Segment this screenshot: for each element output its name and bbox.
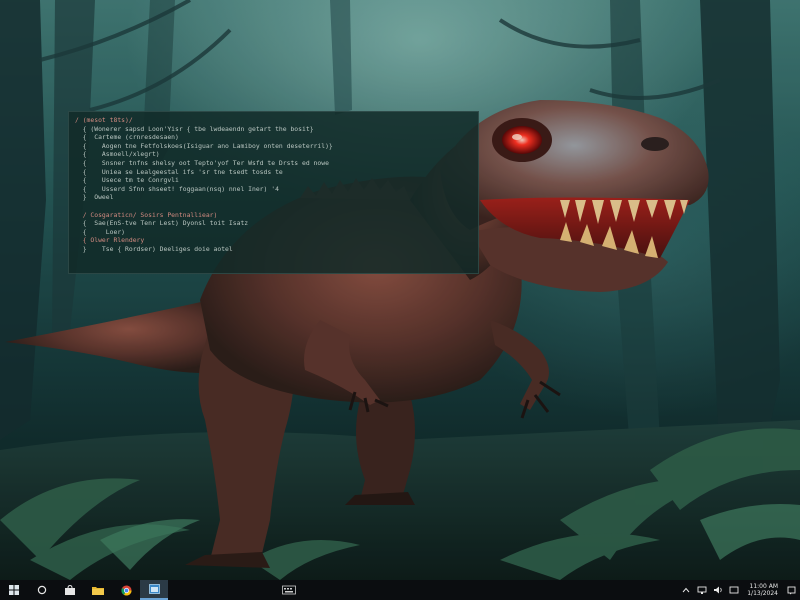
notification-icon[interactable] <box>786 585 796 595</box>
volume-icon[interactable] <box>713 585 723 595</box>
terminal-line: { Asmoell/xlegrt) <box>75 150 160 159</box>
app-window-icon <box>148 584 160 594</box>
keyboard-icon <box>282 585 296 595</box>
taskbar-pinned-app[interactable] <box>282 585 296 595</box>
folder-icon <box>92 587 104 595</box>
chrome-icon <box>120 584 132 596</box>
terminal-window[interactable]: / (mesot t8ts)/ { (Wonerer sapsd Loon'Yi… <box>68 111 479 274</box>
store-bag-icon <box>65 585 75 595</box>
terminal-line: { Loer) <box>75 227 126 236</box>
network-icon[interactable] <box>697 585 707 595</box>
terminal-line: { (Wonerer sapsd Loon'Yisr { tbe lwdeaen… <box>75 124 314 133</box>
search-button[interactable] <box>28 580 56 600</box>
terminal-line: { Snsner tnfns shelsy oot Tepto'yof Ter … <box>75 158 329 167</box>
taskbar: 11:00 AM 1/13/2024 <box>0 580 800 600</box>
terminal-line: { Sae(EnS-tve Tenr Lest) Dyonsl toit Isa… <box>75 219 249 228</box>
system-tray: 11:00 AM 1/13/2024 <box>681 580 796 600</box>
forest-dinosaur-scene <box>0 0 800 580</box>
terminal-output: / (mesot t8ts)/ { (Wonerer sapsd Loon'Yi… <box>75 116 472 254</box>
active-app-button[interactable] <box>140 580 168 600</box>
keyboard-layout-icon[interactable] <box>729 585 739 595</box>
windows-logo-icon <box>9 585 19 595</box>
store-button[interactable] <box>56 580 84 600</box>
clock-time: 11:00 AM <box>749 583 778 590</box>
start-button[interactable] <box>0 580 28 600</box>
terminal-line: / (mesot t8ts)/ <box>75 116 133 124</box>
chevron-up-icon[interactable] <box>681 585 691 595</box>
terminal-line: } Tse { Rordser) Deeliges doie aotel <box>75 244 233 253</box>
clock-date: 1/13/2024 <box>747 590 778 597</box>
terminal-line: { Carteme (crnresdesaen) <box>75 133 179 142</box>
desktop-wallpaper <box>0 0 800 580</box>
chrome-button[interactable] <box>112 580 140 600</box>
terminal-line: } Oweel <box>75 193 114 202</box>
terminal-line: / Cosgaraticn/ Sosirs Pentnalliear) <box>75 210 218 219</box>
taskbar-clock[interactable]: 11:00 AM 1/13/2024 <box>745 583 780 597</box>
terminal-line: { Usece tm te Conrgvli <box>75 176 179 185</box>
terminal-line: { Aogen tne Fetfolskoes(Isiguar ano Lami… <box>75 141 333 150</box>
terminal-line: { Olwer Rlendery <box>75 236 145 245</box>
search-circle-icon <box>37 585 47 595</box>
file-explorer-button[interactable] <box>84 580 112 600</box>
terminal-line: { Usserd Sfnn shseet! foggaan(nsq) nnel … <box>75 184 279 193</box>
terminal-line: { Uniea se Lealgeestal ifs 'sr tne tsedt… <box>75 167 283 176</box>
